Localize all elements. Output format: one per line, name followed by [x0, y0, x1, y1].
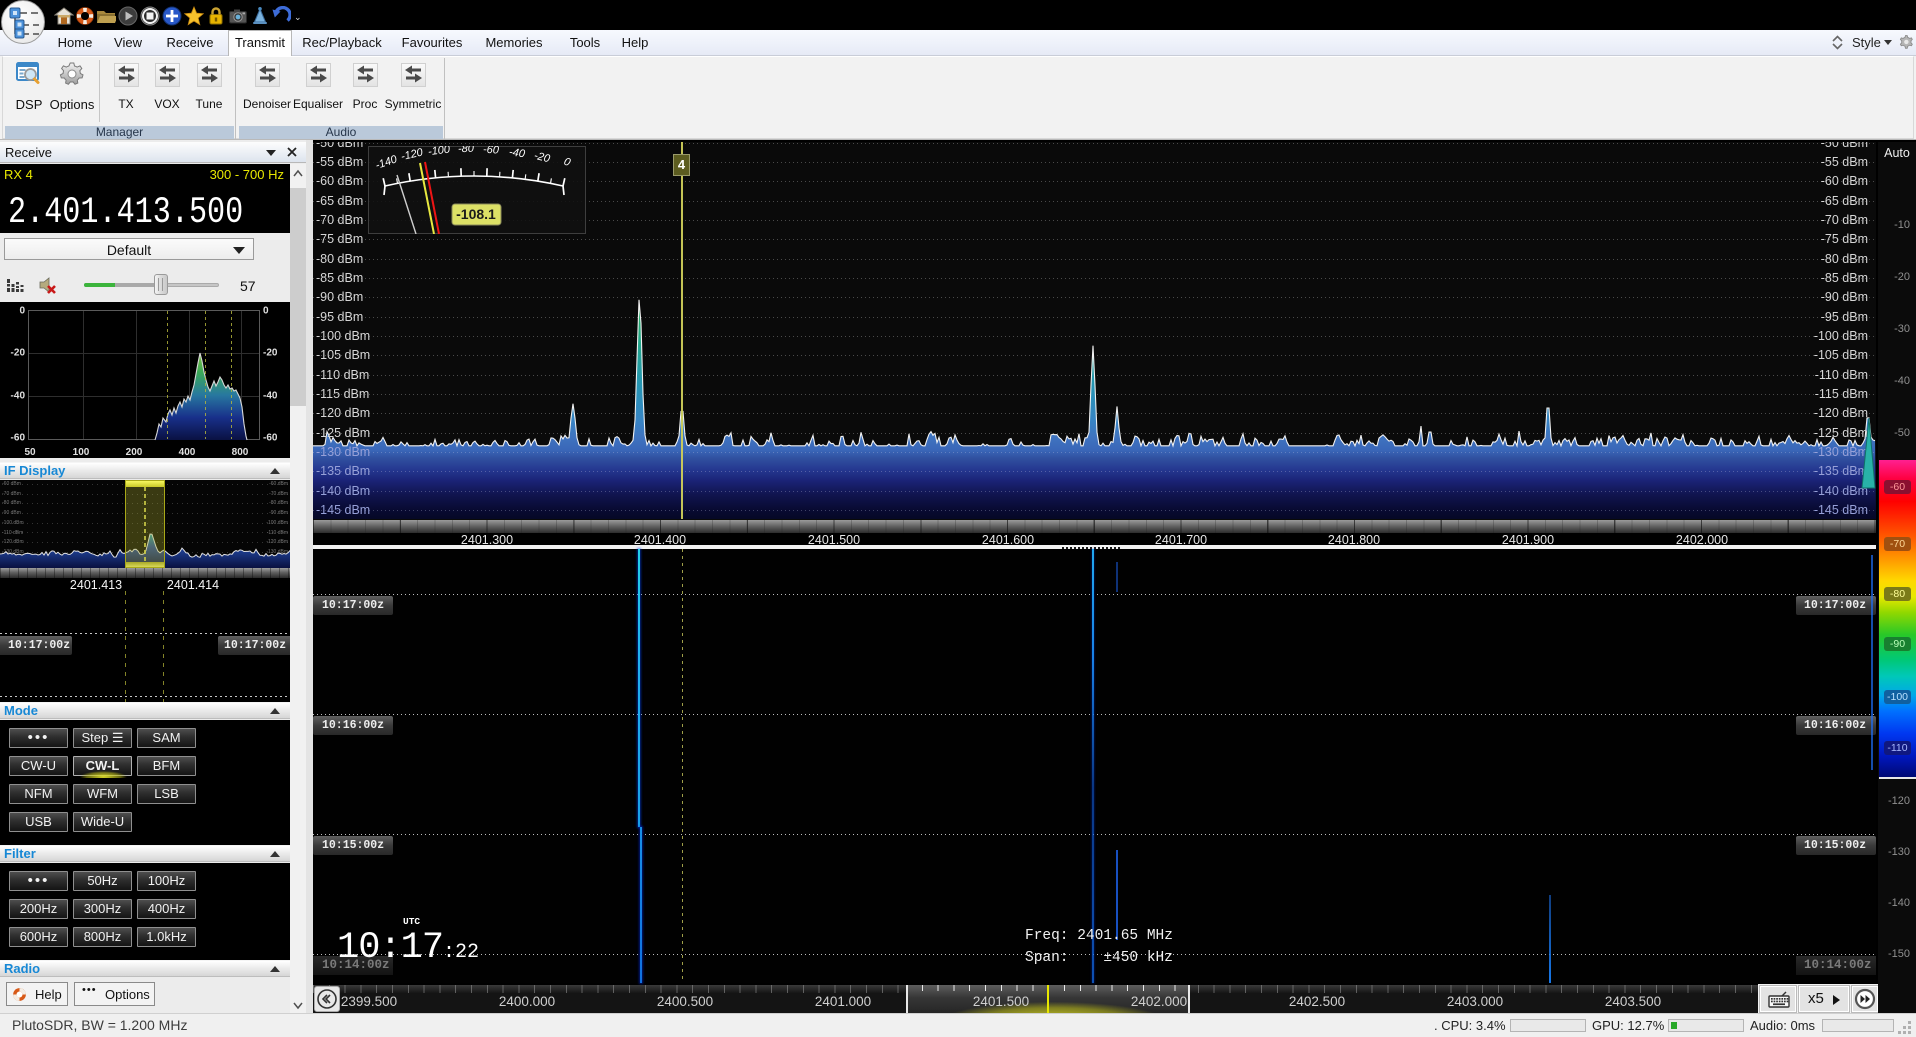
svg-text:-108.1: -108.1: [456, 206, 496, 222]
svg-text:-40: -40: [508, 146, 526, 160]
svg-text:-80: -80: [458, 146, 475, 155]
svg-text:-60: -60: [483, 146, 500, 157]
